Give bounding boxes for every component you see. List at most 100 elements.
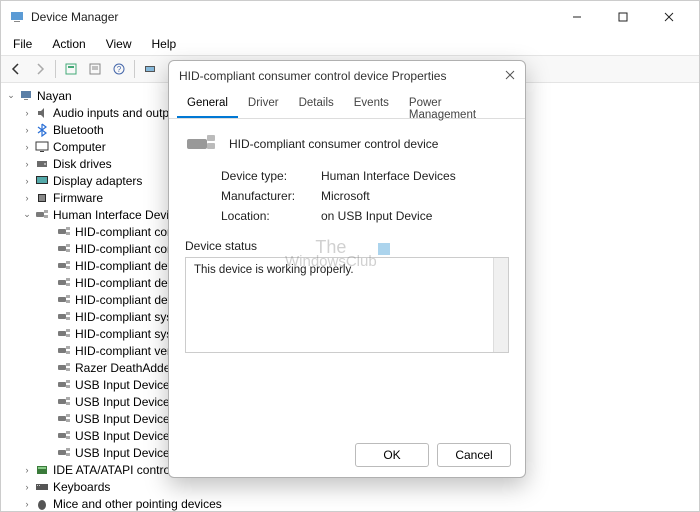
tree-category-item[interactable]: › Mice and other pointing devices <box>3 495 697 511</box>
tree-item-label: HID-compliant cons <box>73 242 180 256</box>
hid-icon <box>55 378 73 392</box>
tree-item-label: Human Interface Device <box>51 208 182 222</box>
close-button[interactable] <box>647 3 691 31</box>
tab-details[interactable]: Details <box>289 91 344 118</box>
hid-icon <box>55 446 73 460</box>
window-title: Device Manager <box>31 10 555 24</box>
tree-item-label: HID-compliant syste <box>73 327 182 341</box>
tree-item-label: Bluetooth <box>51 123 104 137</box>
hid-icon <box>55 293 73 307</box>
expand-icon[interactable]: › <box>21 499 33 509</box>
expand-icon[interactable]: › <box>21 465 33 475</box>
tree-item-label: USB Input Device <box>73 378 170 392</box>
tree-category-item[interactable]: › Keyboards <box>3 478 697 495</box>
disk-icon <box>33 157 51 171</box>
tree-item-label: USB Input Device <box>73 412 170 426</box>
svg-text:?: ? <box>117 65 122 74</box>
tree-item-label: Computer <box>51 140 106 154</box>
hid-icon <box>55 361 73 375</box>
ide-icon <box>33 463 51 477</box>
label-location: Location: <box>221 209 321 223</box>
menu-file[interactable]: File <box>5 35 40 53</box>
hid-icon <box>55 259 73 273</box>
help-icon[interactable]: ? <box>108 58 130 80</box>
expand-icon[interactable]: ⌄ <box>21 209 33 220</box>
expand-icon[interactable]: › <box>21 482 33 492</box>
app-icon <box>9 9 25 25</box>
tab-general[interactable]: General <box>177 91 238 118</box>
hid-icon <box>55 395 73 409</box>
properties-dialog: HID-compliant consumer control device Pr… <box>168 60 526 478</box>
menubar: File Action View Help <box>1 33 699 55</box>
titlebar: Device Manager <box>1 1 699 33</box>
label-device-type: Device type: <box>221 169 321 183</box>
tree-item-label: Audio inputs and outp <box>51 106 169 120</box>
hid-icon <box>55 412 73 426</box>
tree-item-label: HID-compliant devi <box>73 276 176 290</box>
expand-icon[interactable]: › <box>21 176 33 186</box>
hid-device-icon <box>185 133 217 155</box>
hid-icon <box>55 310 73 324</box>
device-status-text: This device is working properly. <box>194 264 354 276</box>
device-status-box[interactable]: This device is working properly. ▲ ▼ <box>185 257 509 353</box>
display-icon <box>33 174 51 188</box>
forward-button[interactable] <box>29 58 51 80</box>
hid-icon <box>55 327 73 341</box>
tree-item-label: USB Input Device <box>73 429 170 443</box>
scroll-down-icon[interactable]: ▼ <box>497 341 505 350</box>
tree-item-label: Firmware <box>51 191 103 205</box>
value-location: on USB Input Device <box>321 209 432 223</box>
tree-item-label: IDE ATA/ATAPI controller <box>51 463 186 477</box>
bluetooth-icon <box>33 123 51 137</box>
tab-driver[interactable]: Driver <box>238 91 289 118</box>
menu-help[interactable]: Help <box>144 35 185 53</box>
expand-icon[interactable]: › <box>21 125 33 135</box>
properties-icon[interactable] <box>84 58 106 80</box>
tree-item-label: Mice and other pointing devices <box>51 497 222 511</box>
firmware-icon <box>33 191 51 205</box>
tree-item-label: Nayan <box>35 89 72 103</box>
tree-item-label: HID-compliant devi <box>73 259 176 273</box>
tree-item-label: USB Input Device <box>73 395 170 409</box>
monitor-icon <box>33 140 51 154</box>
back-button[interactable] <box>5 58 27 80</box>
mouse-icon <box>33 497 51 511</box>
tree-item-label: HID-compliant vend <box>73 344 180 358</box>
tree-item-label: USB Input Device <box>73 446 170 460</box>
expand-icon[interactable]: › <box>21 193 33 203</box>
dialog-tabs: General Driver Details Events Power Mana… <box>169 91 525 119</box>
dialog-title-text: HID-compliant consumer control device Pr… <box>179 69 446 83</box>
dialog-titlebar: HID-compliant consumer control device Pr… <box>169 61 525 91</box>
ok-button[interactable]: OK <box>355 443 429 467</box>
pc-icon <box>17 89 35 103</box>
minimize-button[interactable] <box>555 3 599 31</box>
menu-view[interactable]: View <box>98 35 140 53</box>
maximize-button[interactable] <box>601 3 645 31</box>
show-hide-icon[interactable] <box>60 58 82 80</box>
sound-icon <box>33 106 51 120</box>
dialog-button-row: OK Cancel <box>169 433 525 477</box>
tree-item-label: HID-compliant syste <box>73 310 182 324</box>
tree-item-label: HID-compliant cons <box>73 225 180 239</box>
scan-icon[interactable] <box>139 58 161 80</box>
label-manufacturer: Manufacturer: <box>221 189 321 203</box>
tree-item-label: HID-compliant devi <box>73 293 176 307</box>
menu-action[interactable]: Action <box>44 35 93 53</box>
keyboard-icon <box>33 480 51 494</box>
hid-icon <box>55 429 73 443</box>
tree-item-label: Keyboards <box>51 480 110 494</box>
device-name: HID-compliant consumer control device <box>229 137 438 151</box>
scroll-up-icon[interactable]: ▲ <box>497 260 505 269</box>
tree-item-label: Disk drives <box>51 157 112 171</box>
expand-icon[interactable]: › <box>21 142 33 152</box>
tab-power[interactable]: Power Management <box>399 91 517 118</box>
dialog-close-button[interactable] <box>505 69 515 83</box>
value-device-type: Human Interface Devices <box>321 169 456 183</box>
expand-icon[interactable]: › <box>21 108 33 118</box>
tab-events[interactable]: Events <box>344 91 399 118</box>
expand-icon[interactable]: › <box>21 159 33 169</box>
hid-icon <box>55 242 73 256</box>
cancel-button[interactable]: Cancel <box>437 443 511 467</box>
expand-icon[interactable]: ⌄ <box>5 90 17 101</box>
hid-icon <box>55 276 73 290</box>
